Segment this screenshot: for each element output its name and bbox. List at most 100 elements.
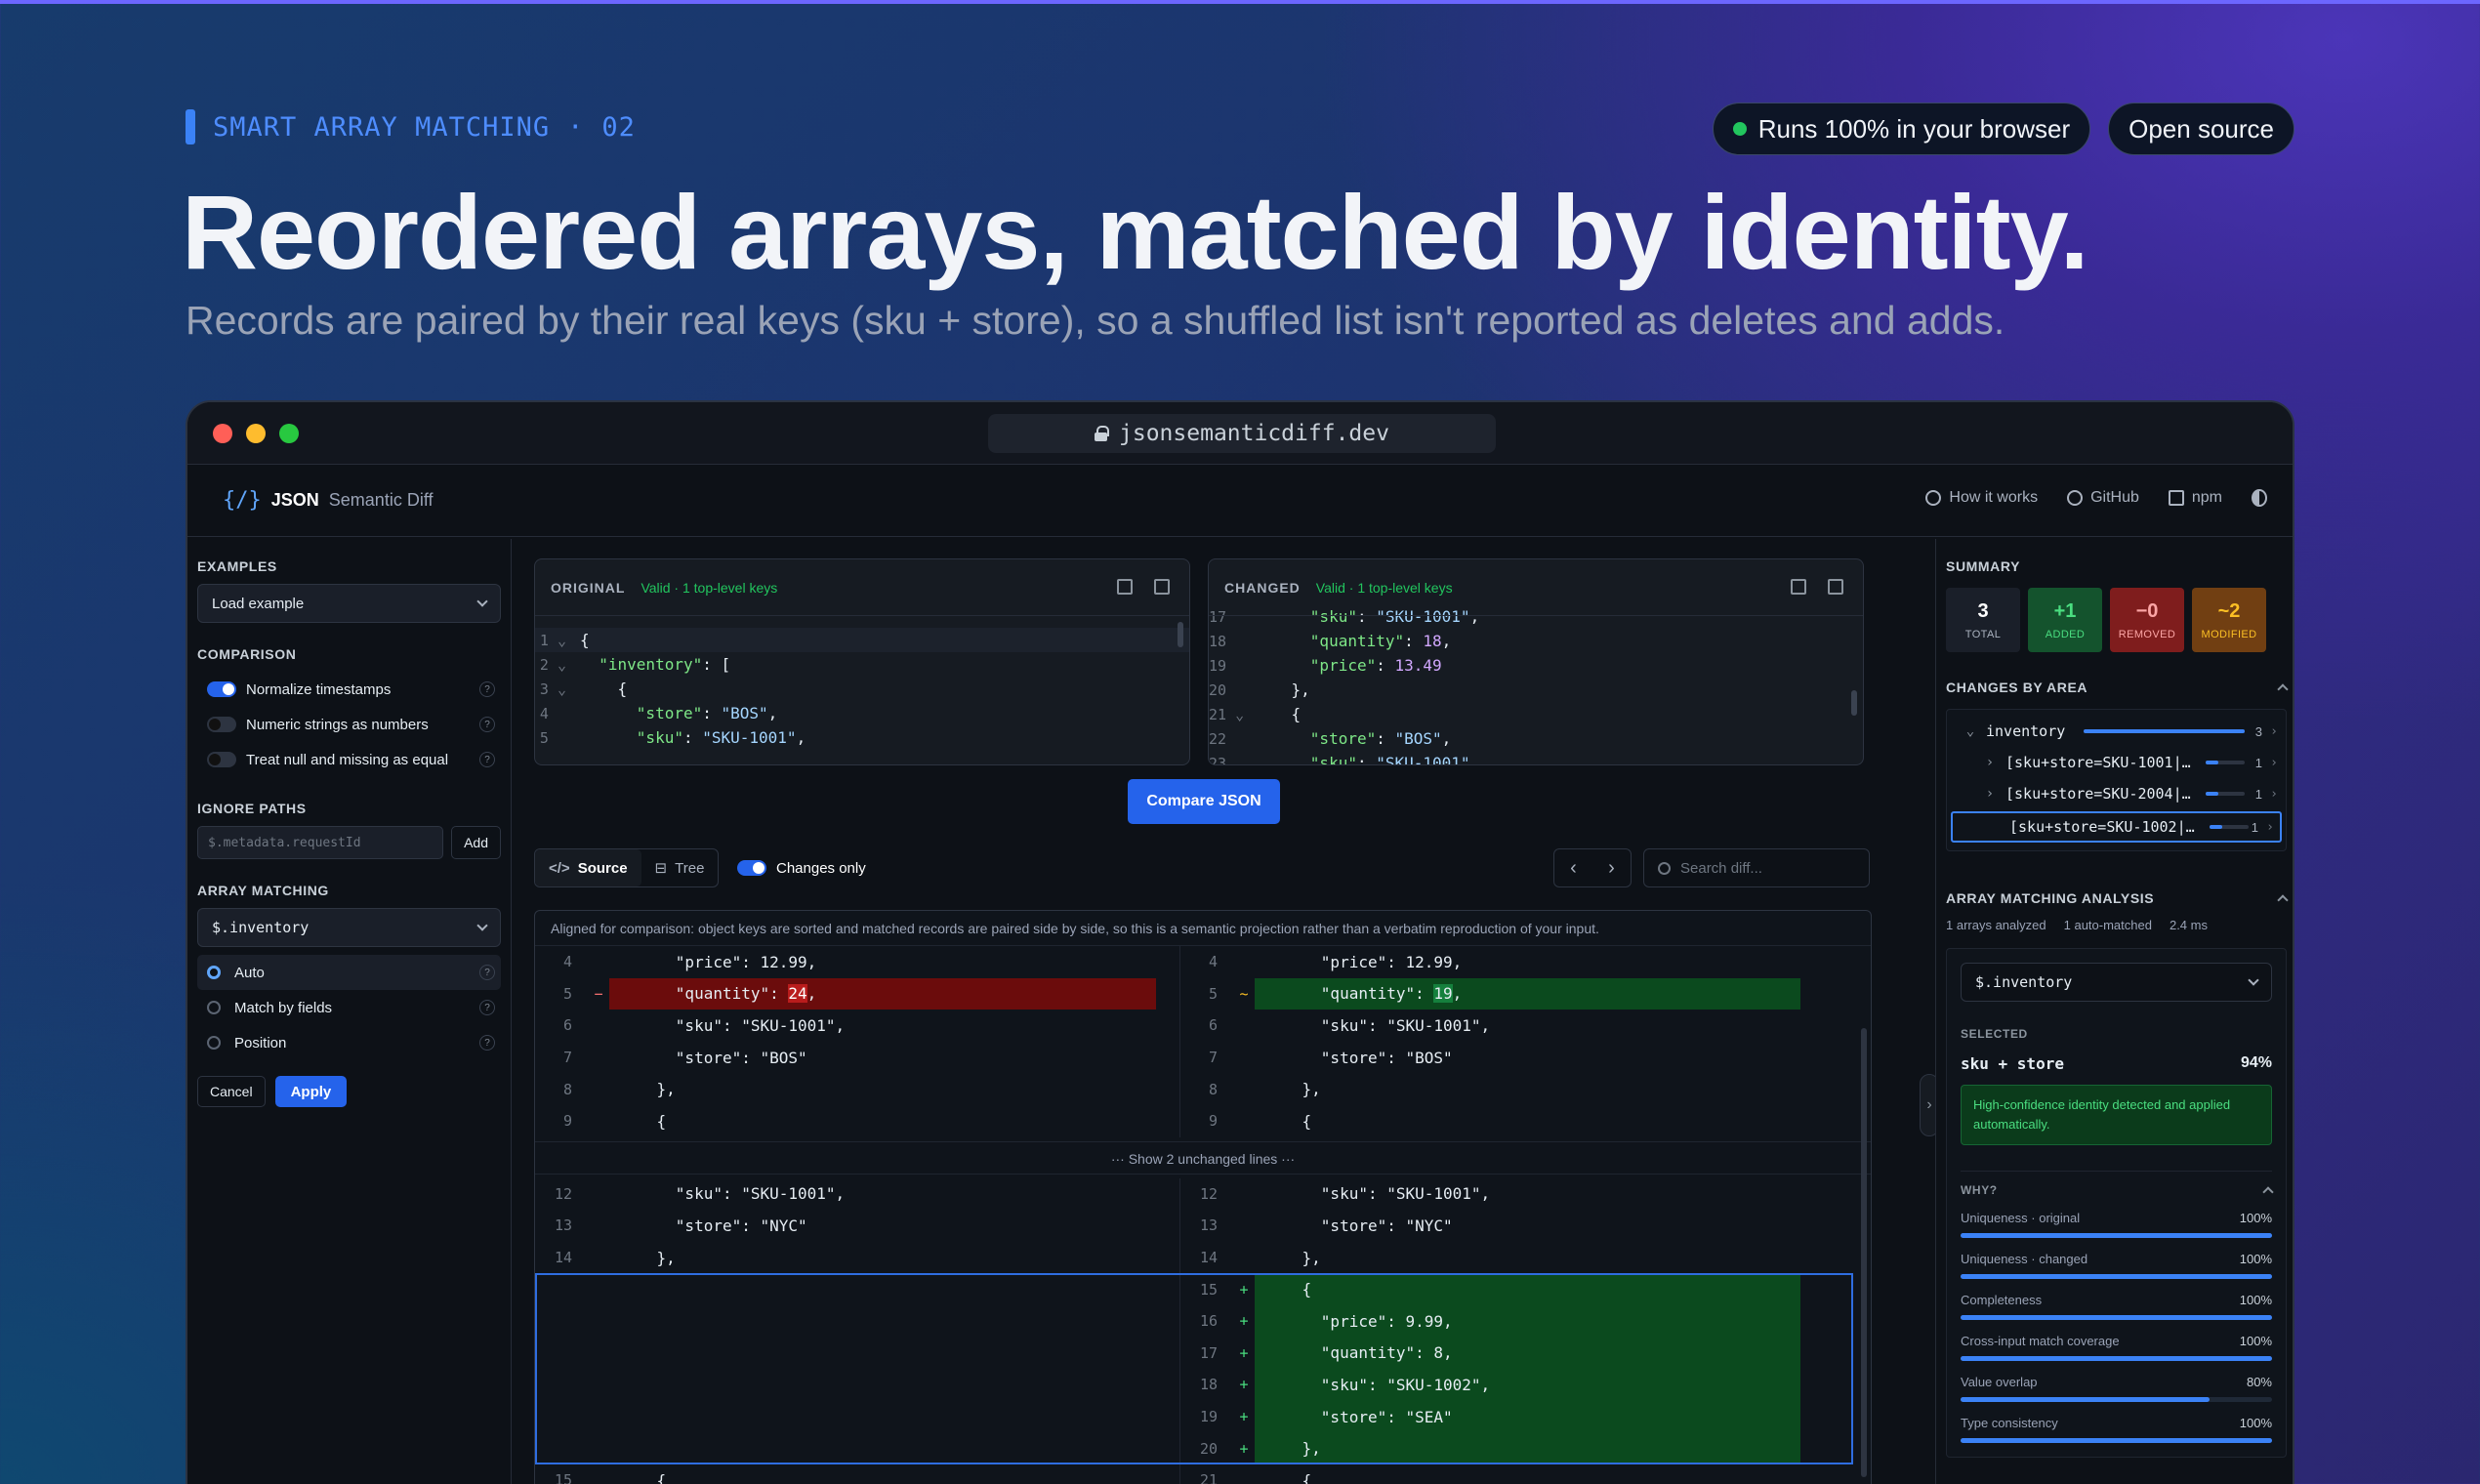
change-marker: + xyxy=(1239,1280,1249,1298)
top-accent-line xyxy=(0,0,2480,4)
help-icon[interactable]: ? xyxy=(479,752,495,767)
browser-pill: Runs 100% in your browser xyxy=(1712,103,2091,155)
stat-label: REMOVED xyxy=(2118,628,2176,640)
change-marker: ~ xyxy=(1239,984,1249,1003)
upload-icon[interactable] xyxy=(1828,579,1843,595)
radio-auto[interactable]: Auto? xyxy=(197,955,501,990)
diff-row: 16 + "price": 9.99, xyxy=(535,1304,1871,1338)
previous-change-icon[interactable]: ‹ xyxy=(1570,857,1577,880)
editor-scrollbar[interactable] xyxy=(1851,690,1857,716)
chevron-down-icon xyxy=(476,920,488,931)
area-tree-row[interactable]: › [sku+store=SKU-2004|… 1 › xyxy=(1947,778,2286,809)
original-code[interactable]: 1 ⌄{2 ⌄ "inventory": [3 ⌄ {4 "store": "B… xyxy=(535,616,1189,750)
changed-editor[interactable]: CHANGED Valid · 1 top-level keys 17 "sku… xyxy=(1208,558,1864,765)
area-tree-row[interactable]: [sku+store=SKU-1002|… 1 › xyxy=(1951,811,2282,843)
line-text: "store": "BOS", xyxy=(636,704,778,722)
hero-subtitle: Records are paired by their real keys (s… xyxy=(186,298,2005,343)
ignore-path-input[interactable]: $.metadata.requestId xyxy=(197,826,444,859)
line-text: { xyxy=(580,680,628,698)
editor-scrollbar[interactable] xyxy=(1178,622,1183,647)
diff-row: 12 "sku": "SKU-1001", 12 "sku": "SKU-1001… xyxy=(535,1177,1871,1211)
toggle-null-missing[interactable]: Treat null and missing as equal? xyxy=(197,742,501,777)
cancel-button[interactable]: Cancel xyxy=(197,1076,266,1107)
toggle-switch[interactable] xyxy=(207,752,236,767)
github-link[interactable]: GitHub xyxy=(2067,489,2139,507)
open-source-pill[interactable]: Open source xyxy=(2108,103,2294,155)
npm-link[interactable]: npm xyxy=(2168,489,2222,507)
tab-tree[interactable]: ⊟ Tree xyxy=(641,849,719,886)
radio-match-by-fields[interactable]: Match by fields? xyxy=(197,990,501,1025)
empty-code xyxy=(609,1401,1156,1433)
format-icon[interactable] xyxy=(1791,579,1806,595)
stat-modified[interactable]: ~2 MODIFIED xyxy=(2192,588,2266,652)
changed-code[interactable]: 17 "sku": "SKU-1001", 18 "quantity": 18, 1… xyxy=(1209,604,1863,764)
original-editor[interactable]: ORIGINAL Valid · 1 top-level keys 1 ⌄ {2 … xyxy=(534,558,1190,765)
examples-label: EXAMPLES xyxy=(197,558,277,574)
main-panel: ORIGINAL Valid · 1 top-level keys 1 ⌄ {2 … xyxy=(513,539,1928,1484)
radio-position[interactable]: Position? xyxy=(197,1025,501,1060)
expand-icon[interactable]: ⌄ xyxy=(1961,723,1980,739)
area-tree-row[interactable]: › [sku+store=SKU-1001|… 1 › xyxy=(1947,747,2286,778)
url-bar[interactable]: jsonsemanticdiff.dev xyxy=(988,414,1496,453)
apply-button[interactable]: Apply xyxy=(274,1076,348,1107)
github-icon xyxy=(2067,490,2084,506)
code-text: "store": "NYC" xyxy=(619,1216,807,1235)
code-line: 20 }, xyxy=(1209,678,1863,702)
brand-logo[interactable]: {/} JSON Semantic Diff xyxy=(223,488,434,513)
how-it-works-link[interactable]: How it works xyxy=(1925,489,2038,507)
why-metric: Completeness 100% xyxy=(1961,1293,2272,1320)
compare-json-button[interactable]: Compare JSON xyxy=(1128,779,1280,824)
array-analysis-header[interactable]: ARRAY MATCHING ANALYSIS xyxy=(1946,890,2289,906)
changes-only-toggle[interactable]: Changes only xyxy=(737,848,866,887)
radio-label: Match by fields xyxy=(234,999,333,1016)
toggle-switch[interactable] xyxy=(737,860,766,876)
help-icon[interactable]: ? xyxy=(479,1000,495,1015)
expand-icon[interactable]: › xyxy=(1980,786,2000,802)
toggle-switch[interactable] xyxy=(207,681,236,697)
maximize-dot-icon[interactable] xyxy=(279,424,299,443)
why-header[interactable]: WHY? xyxy=(1961,1171,2274,1198)
array-path-select[interactable]: $.inventory xyxy=(197,908,501,947)
stat-removed[interactable]: −0 REMOVED xyxy=(2110,588,2184,652)
diff-row: 20 + }, xyxy=(535,1432,1871,1464)
show-unchanged-lines[interactable]: ··· Show 2 unchanged lines ··· xyxy=(535,1140,1871,1175)
tab-source[interactable]: </> Source xyxy=(535,849,641,886)
expand-icon[interactable]: › xyxy=(1980,755,2000,770)
app-header: {/} JSON Semantic Diff How it works GitH… xyxy=(187,465,2293,537)
stat-total[interactable]: 3 TOTAL xyxy=(1946,588,2020,652)
minimize-dot-icon[interactable] xyxy=(246,424,266,443)
area-count: 1 xyxy=(2254,755,2262,770)
line-number: 15 xyxy=(554,1471,572,1484)
add-ignore-path-button[interactable]: Add xyxy=(451,826,501,859)
help-icon[interactable]: ? xyxy=(479,1035,495,1051)
toggle-numeric-strings[interactable]: Numeric strings as numbers? xyxy=(197,707,501,742)
toggle-switch[interactable] xyxy=(207,717,236,732)
analysis-array-select[interactable]: $.inventory xyxy=(1961,963,2272,1002)
code-text: "store": "NYC" xyxy=(1264,1216,1453,1235)
search-diff-input[interactable]: Search diff... xyxy=(1643,848,1870,887)
help-icon[interactable]: ? xyxy=(479,965,495,980)
changes-by-area-header[interactable]: CHANGES BY AREA xyxy=(1946,680,2289,695)
toggle-normalize-timestamps[interactable]: Normalize timestamps? xyxy=(197,672,501,707)
format-icon[interactable] xyxy=(1117,579,1133,595)
selected-key: sku + store xyxy=(1961,1054,2064,1073)
diff-row: 18 + "sku": "SKU-1002", xyxy=(535,1369,1871,1401)
help-icon[interactable]: ? xyxy=(479,681,495,697)
diff-scrollbar[interactable] xyxy=(1861,1028,1867,1477)
help-icon[interactable]: ? xyxy=(479,717,495,732)
radio-label: Auto xyxy=(234,964,265,981)
brand-bold: JSON xyxy=(270,490,319,510)
line-number: 14 xyxy=(554,1249,572,1267)
original-label: ORIGINAL xyxy=(551,579,626,596)
upload-icon[interactable] xyxy=(1154,579,1170,595)
close-dot-icon[interactable] xyxy=(213,424,232,443)
stat-added[interactable]: +1 ADDED xyxy=(2028,588,2102,652)
diff-note: Aligned for comparison: object keys are … xyxy=(535,911,1871,946)
npm-icon xyxy=(2168,490,2184,506)
confidence-message: High-confidence identity detected and ap… xyxy=(1961,1085,2272,1145)
browser-window: jsonsemanticdiff.dev {/} JSON Semantic D… xyxy=(186,400,2294,1484)
examples-select[interactable]: Load example xyxy=(197,584,501,623)
code-line: 19 "price": 13.49 xyxy=(1209,653,1863,678)
area-tree-row[interactable]: ⌄ inventory 3 › xyxy=(1947,716,2286,747)
next-change-icon[interactable]: › xyxy=(1608,857,1615,880)
